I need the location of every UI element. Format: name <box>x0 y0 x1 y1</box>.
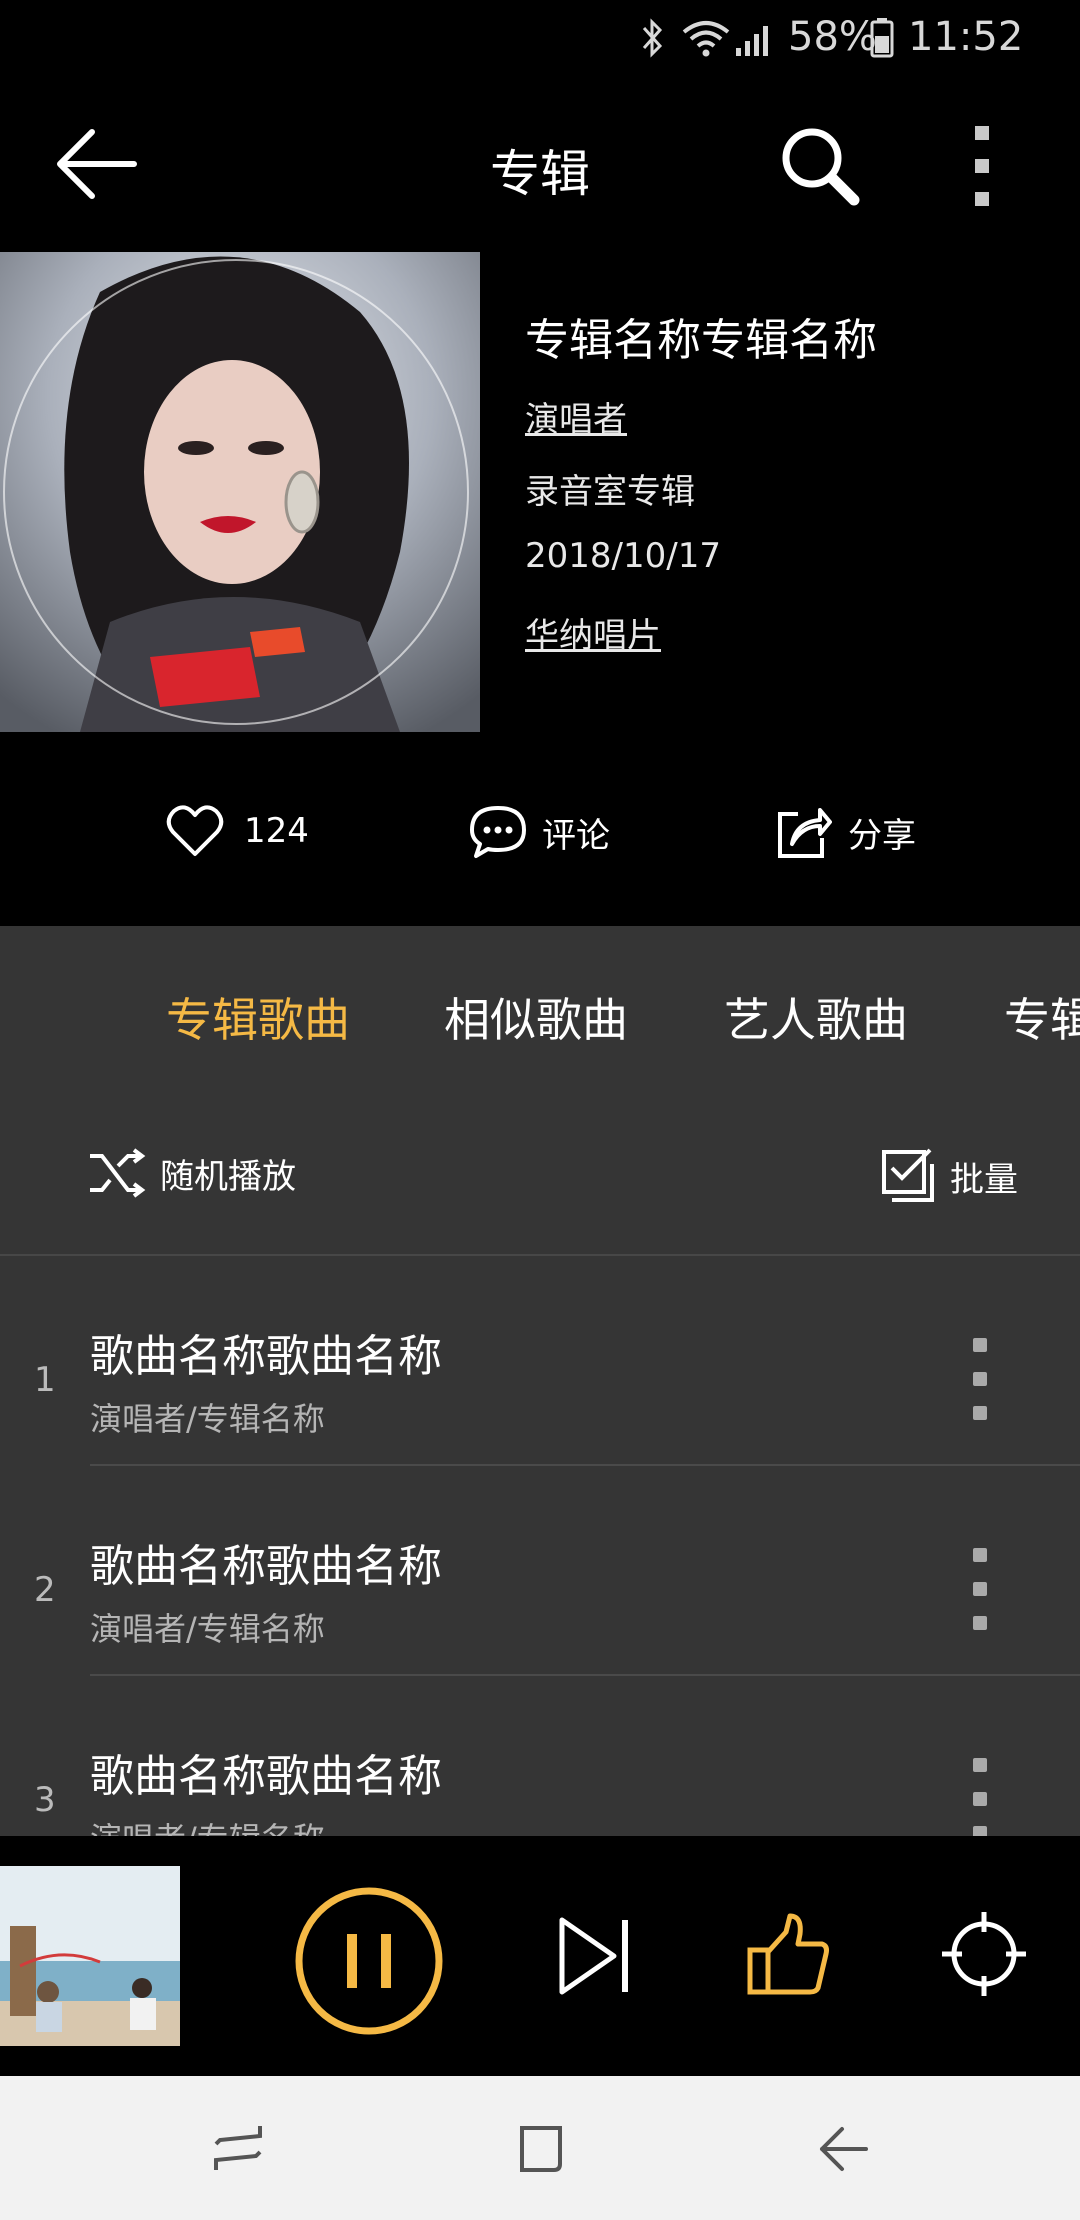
page-title: 专辑 <box>490 145 590 203</box>
locate-icon[interactable] <box>942 1912 1026 1996</box>
comment-icon <box>470 806 526 858</box>
more-vertical-icon[interactable] <box>970 1758 990 1836</box>
album-name: 专辑名称专辑名称 <box>525 315 877 366</box>
track-number: 1 <box>34 1360 56 1400</box>
status-bar: 58% 11:52 <box>0 0 1080 76</box>
battery-icon <box>870 18 894 58</box>
record-label-link[interactable]: 华纳唱片 <box>525 608 661 657</box>
thumbs-up-icon[interactable] <box>746 1912 830 1996</box>
tab-similar-songs[interactable]: 相似歌曲 <box>444 984 628 1050</box>
app-bar: 专辑 <box>0 76 1080 252</box>
release-date: 2018/10/17 <box>525 536 721 576</box>
pause-icon[interactable] <box>294 1886 444 2036</box>
home-icon[interactable] <box>514 2122 568 2176</box>
recent-apps-icon[interactable] <box>212 2122 266 2174</box>
song-artist-album: 演唱者/专辑名称 <box>90 1814 325 1836</box>
shuffle-play-button[interactable]: 随机播放 <box>88 1148 296 1198</box>
back-nav-icon[interactable] <box>816 2122 870 2176</box>
batch-button[interactable]: 批量 <box>880 1148 1018 1204</box>
song-row[interactable]: 1 歌曲名称歌曲名称 演唱者/专辑名称 <box>0 1256 1080 1466</box>
share-icon <box>778 808 832 858</box>
album-header: 专辑名称专辑名称 演唱者 录音室专辑 2018/10/17 华纳唱片 <box>0 252 1080 732</box>
more-vertical-icon[interactable] <box>972 124 992 208</box>
comment-label: 评论 <box>542 815 610 856</box>
now-playing-cover[interactable] <box>0 1866 180 2046</box>
song-row[interactable]: 2 歌曲名称歌曲名称 演唱者/专辑名称 <box>0 1466 1080 1676</box>
tab-artist-songs[interactable]: 艺人歌曲 <box>724 984 908 1050</box>
batch-label: 批量 <box>950 1159 1018 1200</box>
heart-icon <box>166 805 224 856</box>
song-name: 歌曲名称歌曲名称 <box>90 1331 442 1382</box>
track-number: 3 <box>34 1780 56 1820</box>
list-controls: 随机播放 批量 <box>0 1090 1080 1256</box>
shuffle-icon <box>90 1148 146 1198</box>
song-artist-album: 演唱者/专辑名称 <box>90 1610 325 1648</box>
track-number: 2 <box>34 1570 56 1610</box>
more-vertical-icon[interactable] <box>970 1338 990 1428</box>
system-nav-bar <box>0 2076 1080 2220</box>
album-cover[interactable] <box>0 252 480 732</box>
like-count: 124 <box>244 811 309 851</box>
next-icon[interactable] <box>556 1916 636 1996</box>
signal-icon <box>736 26 768 56</box>
more-vertical-icon[interactable] <box>970 1548 990 1638</box>
tab-bar: 专辑歌曲 相似歌曲 艺人歌曲 专辑 <box>0 926 1080 1092</box>
album-type: 录音室专辑 <box>525 472 695 512</box>
tab-albums[interactable]: 专辑 <box>1004 984 1080 1050</box>
wifi-icon <box>682 21 730 57</box>
album-cover-art <box>0 252 480 732</box>
song-artist-album: 演唱者/专辑名称 <box>90 1400 325 1438</box>
now-playing-cover-art <box>0 1866 180 2046</box>
comment-button[interactable]: 评论 <box>468 804 610 860</box>
share-label: 分享 <box>848 815 916 856</box>
batch-select-icon <box>882 1148 934 1202</box>
search-icon[interactable] <box>778 124 860 206</box>
shuffle-label: 随机播放 <box>160 1156 296 1197</box>
artist-link[interactable]: 演唱者 <box>525 392 627 441</box>
tab-album-songs[interactable]: 专辑歌曲 <box>166 984 350 1050</box>
clock: 11:52 <box>908 14 1024 60</box>
like-button[interactable]: 124 <box>166 804 309 858</box>
action-bar: 124 评论 分享 <box>0 732 1080 926</box>
share-button[interactable]: 分享 <box>776 804 916 860</box>
bluetooth-icon <box>642 18 663 58</box>
song-list: 1 歌曲名称歌曲名称 演唱者/专辑名称 2 歌曲名称歌曲名称 演唱者/专辑名称 … <box>0 1256 1080 1836</box>
song-name: 歌曲名称歌曲名称 <box>90 1541 442 1592</box>
mini-player <box>0 1836 1080 2076</box>
song-row[interactable]: 3 歌曲名称歌曲名称 演唱者/专辑名称 <box>0 1676 1080 1836</box>
song-name: 歌曲名称歌曲名称 <box>90 1751 442 1802</box>
battery-percent: 58% <box>788 14 877 60</box>
